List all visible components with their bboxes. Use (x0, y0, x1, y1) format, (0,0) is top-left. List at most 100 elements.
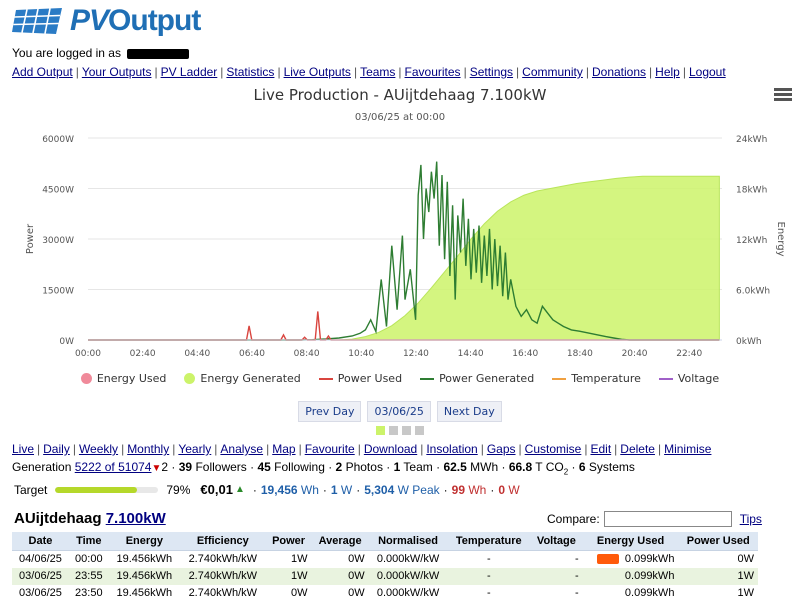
nav-link-help[interactable]: Help (655, 65, 680, 79)
cell-value: - (486, 570, 491, 582)
system-nav-link-delete[interactable]: Delete (620, 442, 655, 456)
system-nav-link-customise[interactable]: Customise (525, 442, 582, 456)
table-cell-temperature: - (447, 551, 530, 568)
system-size-link[interactable]: 7.100kW (106, 510, 166, 527)
nav-link-donations[interactable]: Donations (592, 65, 646, 79)
column-header-temperature[interactable]: Temperature (447, 532, 531, 551)
power-now-unit: W (340, 482, 353, 497)
legend-item-power-generated[interactable]: Power Generated (420, 372, 534, 385)
system-nav-link-minimise[interactable]: Minimise (664, 442, 711, 456)
rank-change: 2 (161, 460, 169, 474)
nav-separator: | (614, 442, 618, 456)
system-name: AUijtdehaag 7.100kW (14, 510, 166, 527)
legend-swatch (552, 377, 567, 380)
table-cell-date: 03/06/25 (12, 585, 69, 602)
pvoutput-logo[interactable]: PVOutput (10, 4, 201, 38)
rank-link[interactable]: 5222 of 51074 (75, 460, 152, 474)
column-header-time[interactable]: Time (68, 532, 109, 551)
system-nav-link-favourite[interactable]: Favourite (305, 442, 355, 456)
table-cell-date: 04/06/25 (12, 551, 69, 568)
system-nav-link-insolation[interactable]: Insolation (426, 442, 477, 456)
cell-value: - (486, 553, 491, 566)
prev-day-button[interactable]: Prev Day (298, 401, 362, 422)
nav-separator: | (584, 442, 588, 456)
system-nav-link-live[interactable]: Live (12, 442, 34, 456)
cell-value: 1W (291, 570, 308, 582)
table-row[interactable]: 03/06/25 23:50 19.456kWh 2.740kWh/kW 0W 0W 0.0… (12, 585, 758, 602)
systems-label: Systems (588, 460, 635, 474)
column-header-power-used[interactable]: Power Used (678, 532, 758, 551)
cell-value: 0W (348, 553, 365, 566)
table-cell-power-used: 1W (678, 585, 758, 602)
column-header-voltage[interactable]: Voltage (530, 532, 583, 551)
nav-link-settings[interactable]: Settings (470, 65, 513, 79)
column-header-energy-used[interactable]: Energy Used (582, 532, 679, 551)
nav-separator: | (154, 65, 158, 79)
column-header-efficiency[interactable]: Efficiency (179, 532, 266, 551)
y-right-tick-label: 6.0kWh (736, 287, 770, 297)
column-header-average[interactable]: Average (311, 532, 369, 551)
nav-separator: | (353, 65, 358, 79)
pager-dot-3[interactable] (402, 426, 411, 435)
legend-item-energy-generated[interactable]: Energy Generated (184, 372, 301, 385)
system-nav-link-analyse[interactable]: Analyse (220, 442, 263, 456)
table-cell-date: 03/06/25 (12, 567, 69, 585)
table-cell-efficiency: 2.740kWh/kW (179, 567, 266, 585)
nav-separator: | (585, 65, 589, 79)
legend-item-voltage[interactable]: Voltage (658, 372, 719, 385)
chart-menu-icon[interactable] (774, 88, 792, 102)
system-nav-link-monthly[interactable]: Monthly (127, 442, 169, 456)
pager-dot-2[interactable] (389, 426, 398, 435)
legend-item-energy-used[interactable]: Energy Used (80, 372, 166, 385)
energy-used-unit: Wh (468, 482, 487, 497)
system-nav-link-edit[interactable]: Edit (590, 442, 611, 456)
legend-swatch (658, 377, 673, 380)
date-button[interactable]: 03/06/25 (367, 401, 431, 422)
nav-link-logout[interactable]: Logout (689, 65, 726, 79)
table-cell-energy: 19.456kWh (109, 585, 180, 602)
system-nav-link-download[interactable]: Download (364, 442, 417, 456)
nav-link-your-outputs[interactable]: Your Outputs (82, 65, 152, 79)
total-energy-unit: MWh (470, 460, 499, 474)
cell-value: 0W (291, 587, 308, 599)
pager-dot-4[interactable] (415, 426, 424, 435)
pager-dot-1[interactable] (376, 426, 385, 435)
nav-link-add-output[interactable]: Add Output (12, 65, 73, 79)
table-row[interactable]: 04/06/25 00:00 19.456kWh 2.740kWh/kW 1W 0W 0.0… (12, 551, 758, 568)
cell-value: 1W (737, 570, 755, 582)
tips-link[interactable]: Tips (740, 512, 762, 526)
system-nav-link-yearly[interactable]: Yearly (178, 442, 211, 456)
x-tick-label: 04:40 (184, 349, 210, 359)
cell-value: 0.000kW/kW (376, 553, 440, 566)
system-nav-link-weekly[interactable]: Weekly (79, 442, 118, 456)
compare-input[interactable] (603, 511, 732, 527)
nav-separator: | (657, 442, 662, 456)
target-stats: Target 79% €0,01 ▲ · 19,456 Wh · 1 W · 5,304… (14, 482, 520, 497)
column-header-date[interactable]: Date (12, 532, 69, 551)
nav-separator: | (518, 442, 522, 456)
system-nav-link-daily[interactable]: Daily (43, 442, 70, 456)
table-cell-energy: 19.456kWh (108, 567, 180, 585)
nav-separator: | (172, 442, 176, 456)
next-day-button[interactable]: Next Day (436, 401, 502, 422)
table-cell-average: 0W (312, 551, 369, 568)
column-header-energy[interactable]: Energy (108, 532, 180, 551)
table-row[interactable]: 03/06/25 23:55 19.456kWh 2.740kWh/kW 1W 0W 0.0… (12, 567, 758, 585)
nav-link-favourites[interactable]: Favourites (405, 65, 461, 79)
table-cell-temperature: - (447, 585, 530, 602)
column-header-normalised[interactable]: Normalised (368, 532, 448, 551)
nav-link-pv-ladder[interactable]: PV Ladder (161, 65, 218, 79)
nav-link-live-outputs[interactable]: Live Outputs (284, 65, 351, 79)
system-nav-link-map[interactable]: Map (272, 442, 295, 456)
x-tick-label: 14:40 (458, 349, 484, 359)
system-nav-link-gaps[interactable]: Gaps (487, 442, 516, 456)
legend-item-power-used[interactable]: Power Used (318, 372, 402, 385)
chart-subtitle: 03/06/25 at 00:00 (354, 112, 446, 123)
following-label: Following (274, 460, 325, 474)
nav-link-statistics[interactable]: Statistics (226, 65, 274, 79)
nav-link-community[interactable]: Community (522, 65, 583, 79)
column-header-power[interactable]: Power (265, 532, 312, 551)
nav-separator: | (75, 65, 79, 79)
legend-item-temperature[interactable]: Temperature (552, 372, 641, 385)
nav-link-teams[interactable]: Teams (360, 65, 395, 79)
